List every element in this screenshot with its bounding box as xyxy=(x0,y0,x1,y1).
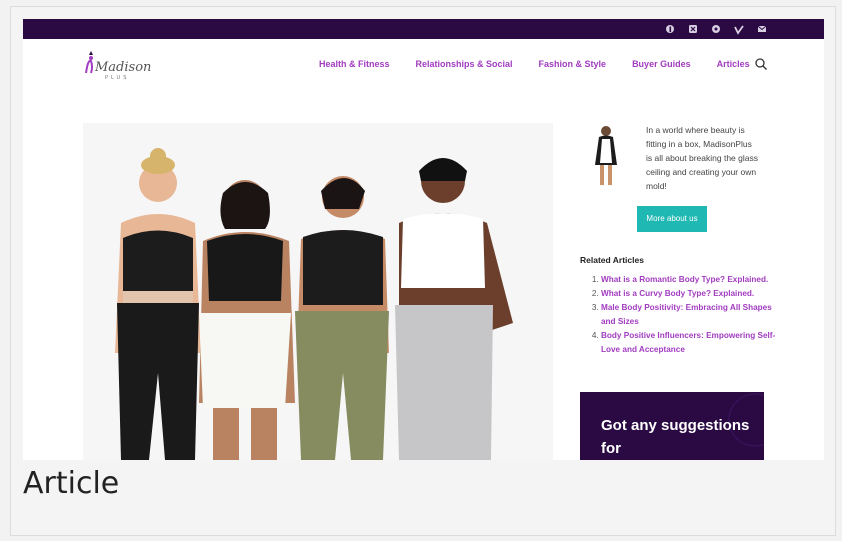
email-icon[interactable] xyxy=(756,23,768,35)
cta-heading: Got any suggestions for xyxy=(601,417,750,457)
related-article-link[interactable]: What is a Romantic Body Type? Explained. xyxy=(601,275,768,284)
main-navigation: Health & Fitness Relationships & Social … xyxy=(319,59,750,69)
more-about-us-button[interactable]: More about us xyxy=(637,206,707,232)
site-logo[interactable]: Madison PLUS xyxy=(81,49,161,81)
related-articles-list: What is a Romantic Body Type? Explained.… xyxy=(580,273,787,357)
social-links xyxy=(664,23,768,35)
nav-health-fitness[interactable]: Health & Fitness xyxy=(319,59,390,69)
nav-relationships-social[interactable]: Relationships & Social xyxy=(416,59,513,69)
svg-text:Madison: Madison xyxy=(94,60,151,75)
search-icon[interactable] xyxy=(754,57,768,71)
top-bar xyxy=(23,19,824,39)
nav-articles[interactable]: Articles xyxy=(717,59,750,69)
list-item: What is a Romantic Body Type? Explained. xyxy=(601,273,787,287)
related-article-link[interactable]: What is a Curvy Body Type? Explained. xyxy=(601,289,754,298)
related-article-link[interactable]: Male Body Positivity: Embracing All Shap… xyxy=(601,303,772,326)
list-item: What is a Curvy Body Type? Explained. xyxy=(601,287,787,301)
svg-text:PLUS: PLUS xyxy=(105,75,129,81)
featured-image xyxy=(83,123,553,460)
nav-buyer-guides[interactable]: Buyer Guides xyxy=(632,59,691,69)
webpage: Madison PLUS Health & Fitness Relationsh… xyxy=(23,19,824,460)
list-item: Male Body Positivity: Embracing All Shap… xyxy=(601,301,787,329)
x-twitter-icon[interactable] xyxy=(687,23,699,35)
nav-fashion-style[interactable]: Fashion & Style xyxy=(539,59,607,69)
list-item: Body Positive Influencers: Empowering Se… xyxy=(601,329,787,357)
site-header: Madison PLUS Health & Fitness Relationsh… xyxy=(23,39,824,91)
related-articles-heading: Related Articles xyxy=(580,255,644,265)
about-text: In a world where beauty is fitting in a … xyxy=(646,125,758,191)
facebook-icon[interactable] xyxy=(664,23,676,35)
page-caption: Article xyxy=(23,466,120,501)
pinterest-icon[interactable] xyxy=(710,23,722,35)
suggestions-cta: Got any suggestions for xyxy=(580,392,764,460)
vimeo-icon[interactable] xyxy=(733,23,745,35)
related-article-link[interactable]: Body Positive Influencers: Empowering Se… xyxy=(601,331,775,354)
author-avatar xyxy=(580,123,638,191)
